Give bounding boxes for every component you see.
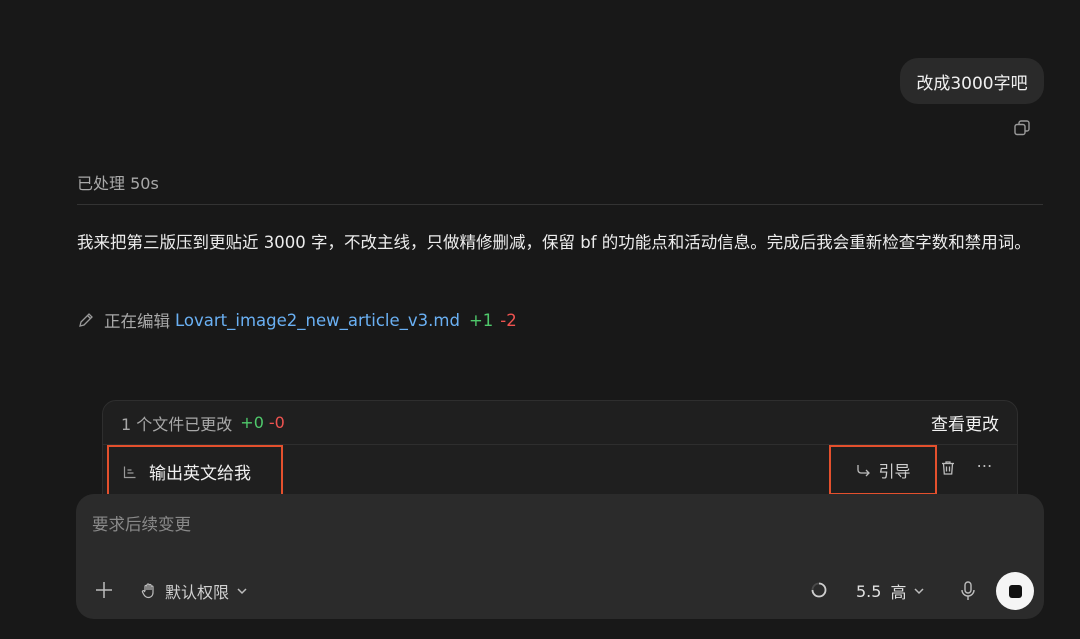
spinner-icon (811, 582, 827, 598)
changes-header: 1 个文件已更改 +0 -0 查看更改 (103, 401, 1017, 445)
assistant-reply: 我来把第三版压到更贴近 3000 字，不改主线，只做精修删减，保留 bf 的功能… (77, 233, 1031, 252)
stop-icon (1008, 584, 1022, 598)
queue-icon (123, 466, 136, 478)
changes-removed: -0 (268, 413, 285, 432)
queued-message[interactable]: 输出英文给我 (107, 445, 283, 498)
redirect-arrow-icon (857, 465, 871, 477)
editing-label: 正在编辑 (104, 312, 170, 331)
plus-icon (96, 582, 112, 598)
copy-message-button[interactable] (1012, 118, 1032, 138)
user-message-bubble: 改成3000字吧 (900, 58, 1044, 104)
permission-label: 默认权限 (165, 583, 230, 602)
model-selector[interactable]: 5.5 高 (856, 578, 926, 604)
edit-status-line: 正在编辑 Lovart_image2_new_article_v3.md +1 … (77, 308, 517, 332)
lines-removed: -2 (500, 310, 517, 330)
changed-files-summary: 1 个文件已更改 (121, 414, 233, 434)
user-message-text: 改成3000字吧 (916, 73, 1028, 94)
delete-queued-button[interactable] (939, 459, 957, 477)
edited-file-link[interactable]: Lovart_image2_new_article_v3.md (175, 311, 460, 330)
composer: 默认权限 5.5 高 (76, 494, 1044, 619)
lines-added: +1 (468, 310, 494, 330)
copy-icon (1014, 120, 1030, 136)
context-progress-indicator[interactable] (810, 581, 828, 599)
chevron-down-icon (914, 588, 924, 595)
hand-icon (141, 583, 154, 599)
voice-input-button[interactable] (958, 580, 978, 602)
pencil-icon (79, 313, 93, 327)
view-changes-button[interactable]: 查看更改 (931, 410, 999, 435)
permission-selector[interactable]: 默认权限 (140, 578, 249, 604)
queued-message-text: 输出英文给我 (149, 464, 251, 484)
trash-icon (942, 461, 954, 475)
add-attachment-button[interactable] (94, 580, 114, 600)
queued-message-row: 输出英文给我 引导 ⋯ (103, 445, 1017, 498)
changes-added: +0 (240, 413, 264, 432)
model-level: 高 (890, 583, 907, 602)
processed-status[interactable]: 已处理 50s (77, 170, 159, 194)
model-version: 5.5 (856, 581, 882, 601)
follow-up-input[interactable] (92, 510, 992, 538)
guide-label: 引导 (878, 462, 911, 481)
more-icon: ⋯ (976, 456, 994, 475)
guide-button[interactable]: 引导 (829, 445, 937, 495)
chevron-down-icon (237, 588, 247, 595)
divider (77, 204, 1043, 205)
more-options-button[interactable]: ⋯ (975, 457, 995, 477)
microphone-icon (961, 581, 975, 600)
stop-generation-button[interactable] (996, 572, 1034, 610)
